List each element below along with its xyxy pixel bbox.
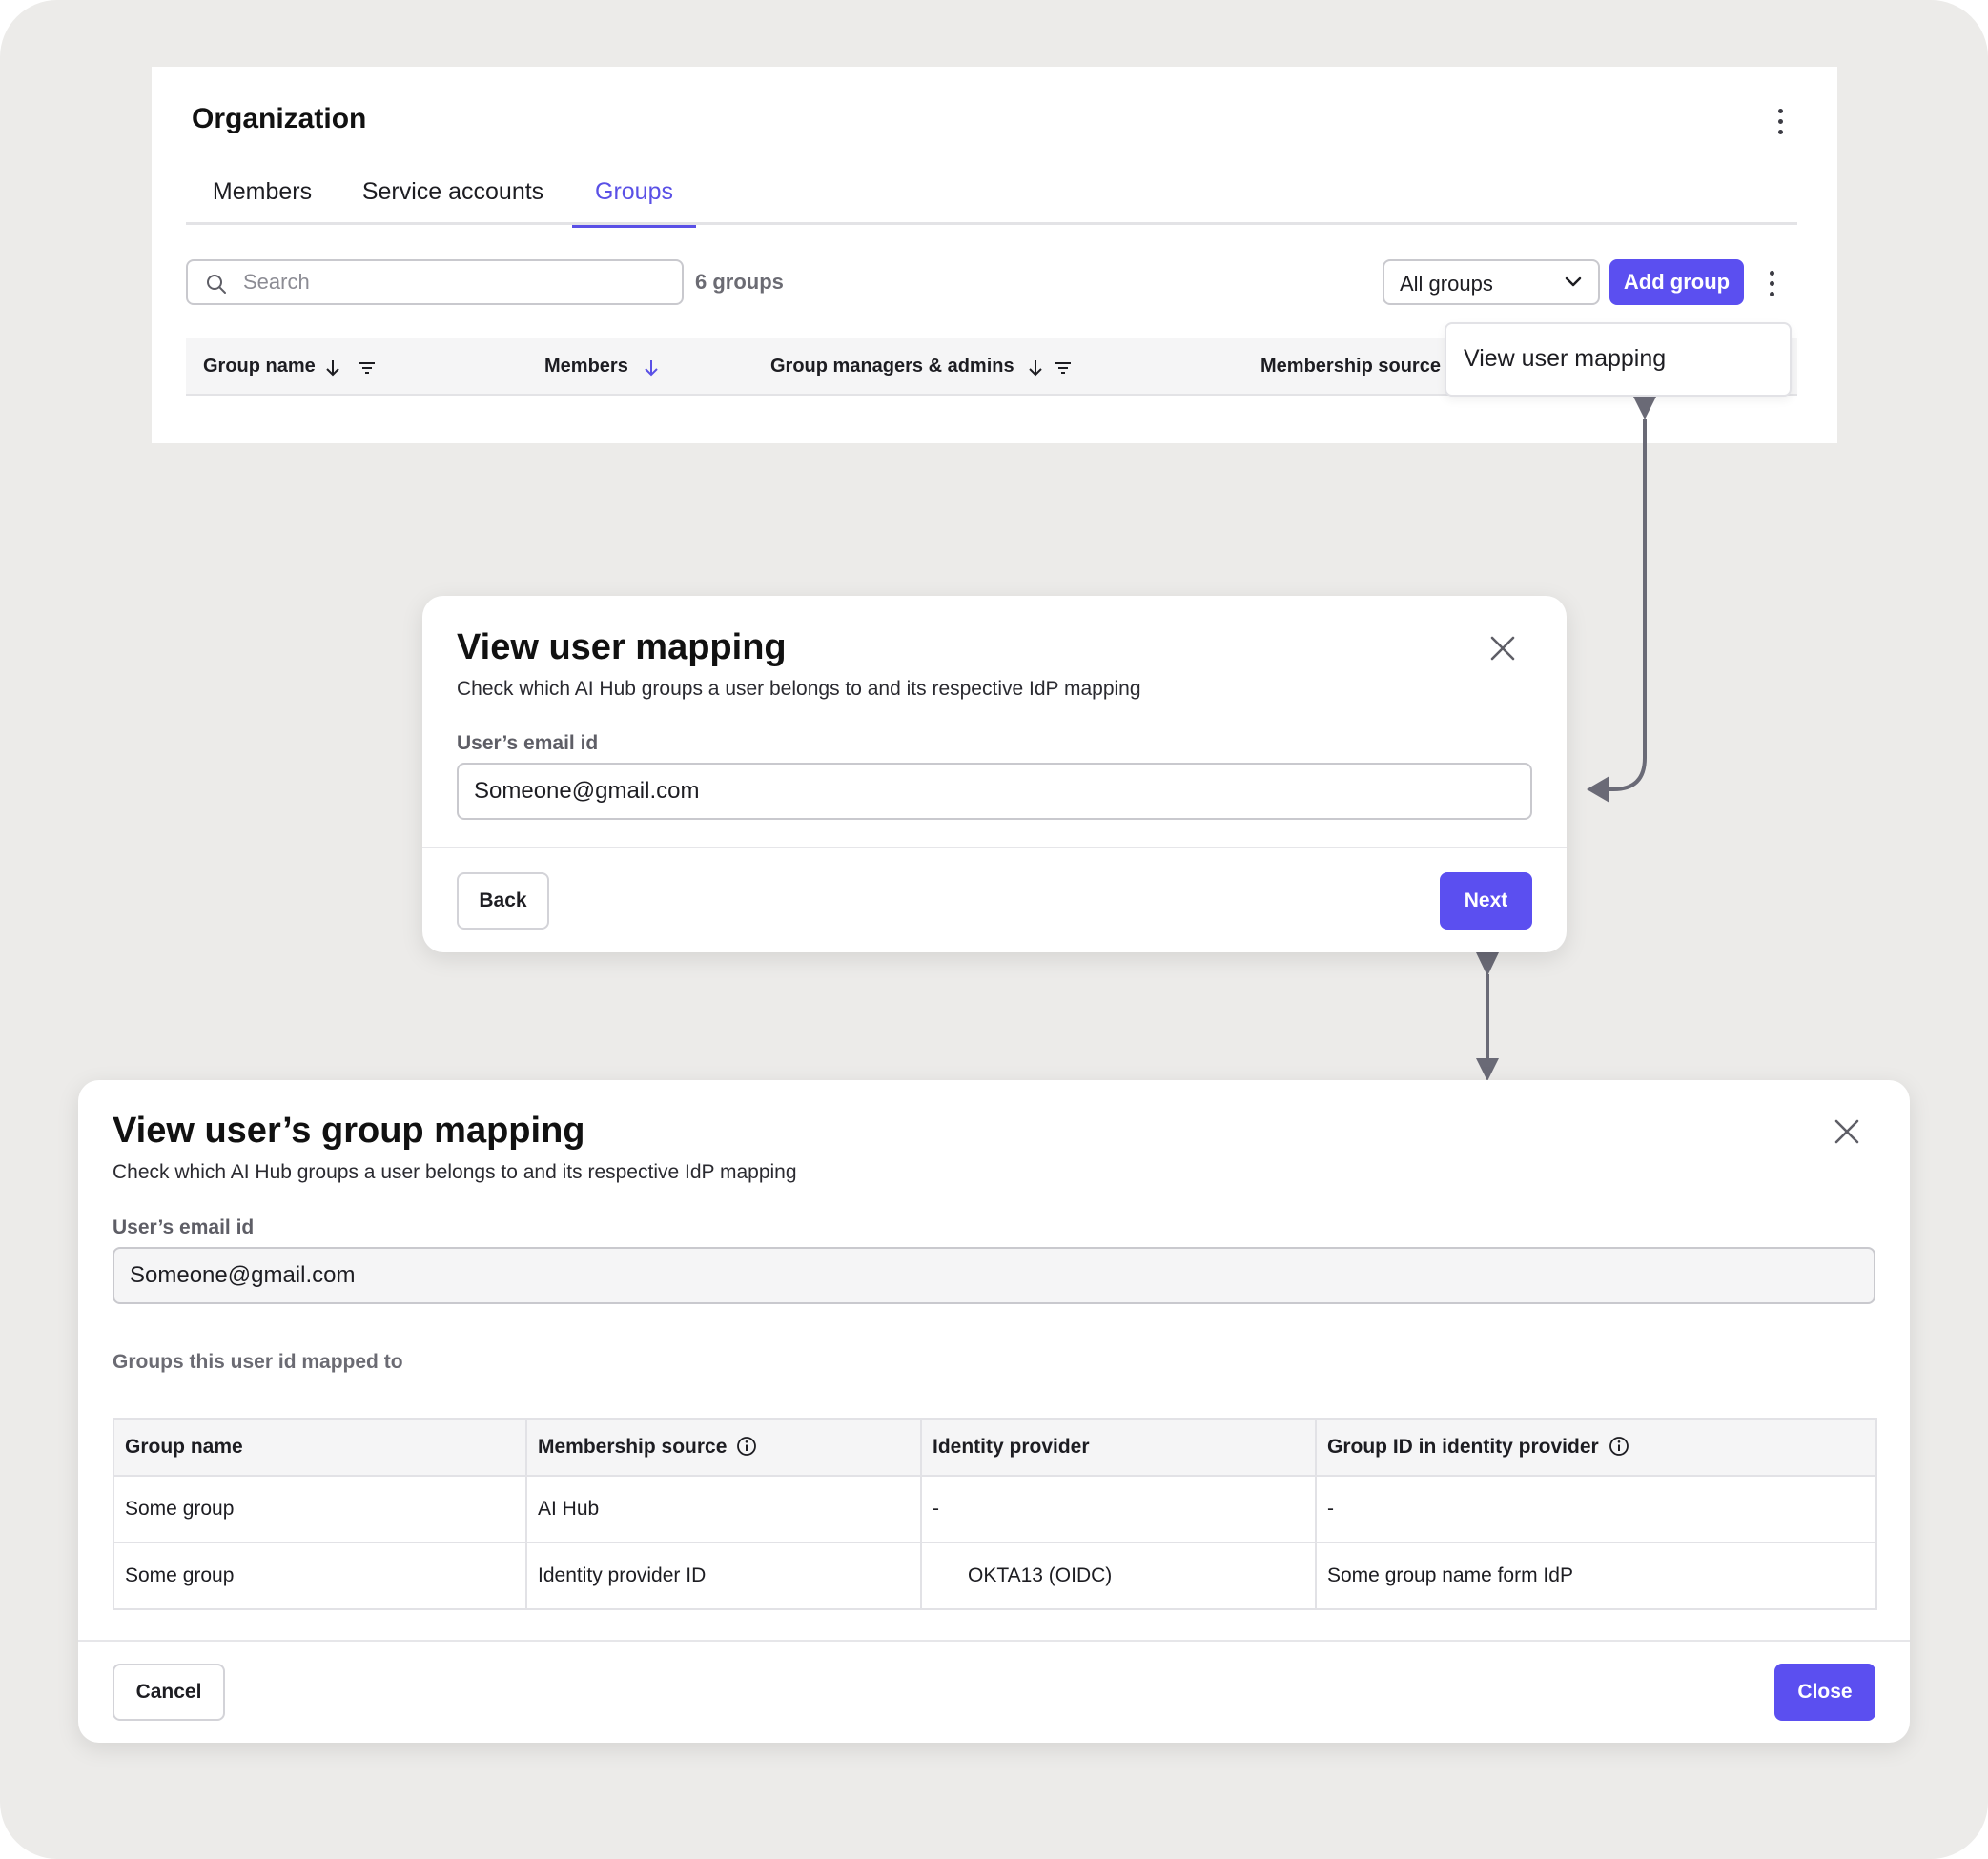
close-icon[interactable]: [1488, 634, 1517, 663]
group-filter-value: All groups: [1400, 272, 1493, 296]
cell-identity-provider: -: [920, 1475, 1317, 1543]
footer-divider: [422, 847, 1567, 848]
search-input[interactable]: [243, 268, 663, 296]
filter-icon[interactable]: [1054, 358, 1073, 378]
column-header-group-managers[interactable]: Group managers & admins: [770, 356, 1014, 378]
email-field[interactable]: [457, 763, 1532, 820]
dialog-title: View user’s group mapping: [113, 1111, 585, 1151]
cell-group-name: Some group: [113, 1475, 527, 1543]
table-header-row: Group name Membership source Identity pr…: [113, 1418, 1877, 1477]
table-row: Some group Identity provider ID OKTA13 (…: [113, 1542, 1877, 1610]
group-filter-select[interactable]: All groups: [1383, 259, 1600, 305]
menu-item-view-user-mapping[interactable]: View user mapping: [1464, 345, 1666, 373]
arrow-down-icon[interactable]: [1026, 358, 1045, 378]
more-options-icon[interactable]: [1771, 109, 1790, 141]
search-box[interactable]: [186, 259, 684, 305]
connector-arrow-head: [1476, 1058, 1499, 1081]
cell-identity-provider: OKTA13 (OIDC): [920, 1542, 1317, 1610]
flow-canvas: Organization Members Service accounts Gr…: [0, 0, 1988, 1859]
group-mapping-table: Group name Membership source Identity pr…: [113, 1418, 1877, 1610]
tab-bar: Members Service accounts Groups: [186, 165, 1797, 228]
cell-group-name: Some group: [113, 1542, 527, 1610]
dialog-subtitle: Check which AI Hub groups a user belongs…: [457, 678, 1141, 700]
column-header-membership-source[interactable]: Membership source: [1260, 356, 1441, 378]
info-icon[interactable]: [736, 1436, 757, 1457]
email-input[interactable]: [474, 776, 1504, 807]
column-header-group-name[interactable]: Group name: [203, 356, 316, 378]
filter-icon[interactable]: [358, 358, 377, 378]
info-icon[interactable]: [1609, 1436, 1629, 1457]
page-title: Organization: [192, 103, 367, 134]
column-header-members[interactable]: Members: [544, 356, 628, 378]
dialog-title: View user mapping: [457, 627, 787, 667]
tab-groups[interactable]: Groups: [572, 165, 696, 228]
column-header-identity-provider: Identity provider: [920, 1418, 1317, 1477]
section-label: Groups this user id mapped to: [113, 1351, 403, 1373]
column-header-membership-source: Membership source: [525, 1418, 922, 1477]
group-count: 6 groups: [695, 270, 784, 294]
view-group-mapping-dialog: View user’s group mapping Check which AI…: [78, 1080, 1910, 1743]
organization-panel: Organization Members Service accounts Gr…: [152, 67, 1837, 443]
next-button[interactable]: Next: [1440, 872, 1532, 930]
toolbar-more-icon[interactable]: [1765, 271, 1778, 299]
email-readonly-input: [130, 1260, 1846, 1291]
more-options-menu: View user mapping: [1445, 322, 1792, 397]
footer-divider: [78, 1640, 1910, 1642]
cell-membership-source: Identity provider ID: [525, 1542, 922, 1610]
add-group-button[interactable]: Add group: [1609, 259, 1744, 305]
close-button[interactable]: Close: [1774, 1664, 1875, 1721]
cell-membership-source: AI Hub: [525, 1475, 922, 1543]
tab-service-accounts[interactable]: Service accounts: [338, 165, 567, 225]
close-icon[interactable]: [1833, 1117, 1861, 1146]
view-user-mapping-dialog: View user mapping Check which AI Hub gro…: [422, 596, 1567, 952]
table-row: Some group AI Hub - -: [113, 1475, 1877, 1543]
email-field: [113, 1247, 1875, 1304]
email-label: User’s email id: [457, 732, 599, 754]
back-button[interactable]: Back: [457, 872, 549, 930]
dialog-subtitle: Check which AI Hub groups a user belongs…: [113, 1161, 797, 1183]
search-icon: [207, 275, 226, 294]
cell-group-id: -: [1315, 1475, 1877, 1543]
cancel-button[interactable]: Cancel: [113, 1664, 225, 1721]
cell-group-id: Some group name form IdP: [1315, 1542, 1877, 1610]
arrow-down-icon[interactable]: [323, 358, 342, 378]
column-header-group-name: Group name: [113, 1418, 527, 1477]
email-label: User’s email id: [113, 1216, 255, 1238]
connector-arrow-to-mapping-dialog: [1602, 419, 1647, 791]
connector-start-marker: [1476, 952, 1499, 976]
chevron-down-icon: [1565, 276, 1582, 287]
column-header-group-id: Group ID in identity provider: [1315, 1418, 1877, 1477]
connector-arrow-head: [1587, 776, 1609, 803]
arrow-down-icon[interactable]: [642, 358, 661, 378]
tab-members[interactable]: Members: [186, 165, 338, 225]
